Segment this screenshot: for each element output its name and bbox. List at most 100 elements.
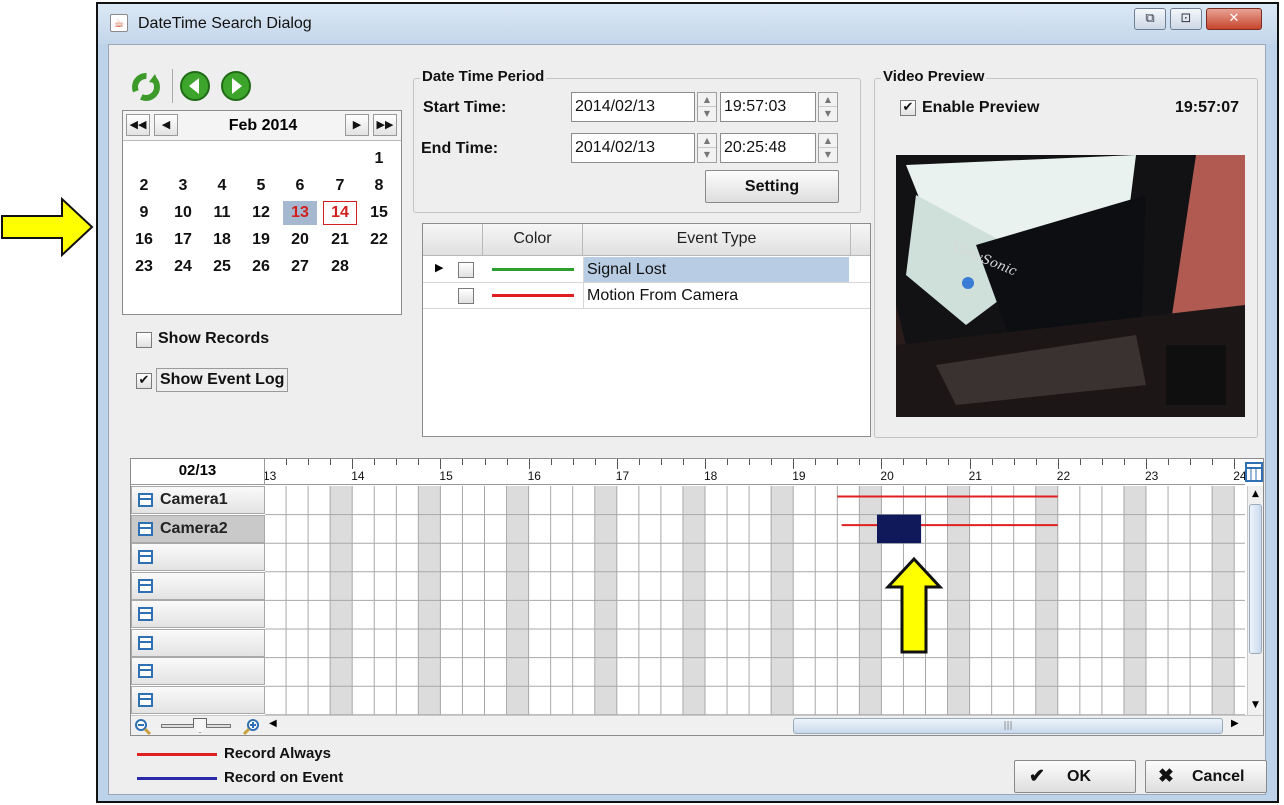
calendar-grid-icon[interactable]: [1245, 462, 1263, 482]
calendar-day[interactable]: 23: [127, 255, 161, 279]
calendar-day[interactable]: 25: [205, 255, 239, 279]
start-date-spinner[interactable]: ▲ ▼: [697, 92, 717, 122]
zoom-slider-thumb[interactable]: [193, 718, 207, 733]
prev-icon[interactable]: [179, 70, 211, 102]
enable-preview-checkbox[interactable]: ✔: [900, 100, 916, 116]
title-bar[interactable]: ☕ DateTime Search Dialog ⧉ ⊡ ✕: [98, 4, 1277, 44]
event-color-swatch: [492, 294, 574, 297]
spin-down-icon[interactable]: ▼: [819, 107, 837, 121]
column-header-color[interactable]: Color: [483, 224, 583, 256]
camera-row[interactable]: [131, 628, 265, 657]
event-type-cell[interactable]: Signal Lost: [583, 257, 849, 282]
horizontal-scroll-thumb[interactable]: |||: [793, 718, 1223, 734]
camera-row[interactable]: [131, 543, 265, 571]
next-icon[interactable]: [220, 70, 252, 102]
column-header-event-type[interactable]: Event Type: [583, 224, 851, 256]
camera-channel-icon: [138, 635, 153, 650]
start-time-field[interactable]: 19:57:03: [720, 92, 816, 122]
calendar-day[interactable]: 13: [283, 201, 317, 225]
vertical-scroll-thumb[interactable]: [1249, 504, 1262, 654]
calendar-day[interactable]: 21: [323, 228, 357, 252]
calendar-day[interactable]: 5: [244, 174, 278, 198]
event-row-motion[interactable]: Motion From Camera: [423, 283, 870, 309]
calendar-day[interactable]: 12: [244, 201, 278, 225]
calendar-day[interactable]: 17: [166, 228, 200, 252]
column-header-selector[interactable]: [423, 224, 483, 256]
calendar-day[interactable]: 19: [244, 228, 278, 252]
calendar-day[interactable]: 9: [127, 201, 161, 225]
prev-year-button[interactable]: ◀◀: [126, 114, 150, 136]
show-records-checkbox[interactable]: [136, 332, 152, 348]
calendar-day[interactable]: 11: [205, 201, 239, 225]
camera-row[interactable]: Camera1: [131, 486, 265, 514]
calendar-day[interactable]: 27: [283, 255, 317, 279]
calendar-day[interactable]: 18: [205, 228, 239, 252]
ruler-tick: [1212, 459, 1214, 465]
scroll-down-icon[interactable]: ▼: [1248, 697, 1263, 713]
scroll-right-icon[interactable]: ▶: [1231, 718, 1239, 729]
minimize-button[interactable]: ⊡: [1170, 8, 1202, 30]
spin-down-icon[interactable]: ▼: [698, 148, 716, 162]
spin-up-icon[interactable]: ▲: [819, 134, 837, 148]
end-time-field[interactable]: 20:25:48: [720, 133, 816, 163]
calendar-day[interactable]: 22: [362, 228, 396, 252]
calendar-day[interactable]: 2: [127, 174, 161, 198]
camera-row[interactable]: Camera2: [131, 514, 265, 543]
spin-up-icon[interactable]: ▲: [819, 93, 837, 107]
show-event-log-label[interactable]: Show Event Log: [156, 368, 289, 392]
ruler-tick: [1123, 459, 1125, 465]
prev-month-button[interactable]: ◀: [154, 114, 178, 136]
spin-up-icon[interactable]: ▲: [698, 134, 716, 148]
event-row-checkbox[interactable]: [458, 288, 474, 304]
show-event-log-checkbox[interactable]: ✔: [136, 373, 152, 389]
next-year-button[interactable]: ▶▶: [373, 114, 397, 136]
start-time-spinner[interactable]: ▲ ▼: [818, 92, 838, 122]
calendar-day[interactable]: 16: [127, 228, 161, 252]
cancel-button[interactable]: ✖ Cancel: [1145, 760, 1267, 793]
calendar-day[interactable]: 20: [283, 228, 317, 252]
camera-row[interactable]: [131, 657, 265, 685]
event-row-signal-lost[interactable]: ▶ Signal Lost: [423, 257, 870, 283]
ok-button[interactable]: ✔ OK: [1014, 760, 1136, 793]
scroll-left-icon[interactable]: ◀: [269, 718, 277, 729]
vertical-scrollbar[interactable]: ▲ ▼: [1247, 486, 1263, 715]
calendar-day[interactable]: 14: [323, 201, 357, 225]
enable-preview-label[interactable]: Enable Preview: [922, 99, 1039, 117]
end-date-field[interactable]: 2014/02/13: [571, 133, 695, 163]
ruler-tick: [1234, 459, 1236, 469]
end-date-spinner[interactable]: ▲ ▼: [697, 133, 717, 163]
event-row-checkbox[interactable]: [458, 262, 474, 278]
restore-button[interactable]: ⧉: [1134, 8, 1166, 30]
calendar-day[interactable]: 15: [362, 201, 396, 225]
setting-button[interactable]: Setting: [705, 170, 839, 203]
show-records-label[interactable]: Show Records: [158, 330, 269, 348]
calendar-day[interactable]: 28: [323, 255, 357, 279]
next-month-button[interactable]: ▶: [345, 114, 369, 136]
record-always-swatch: [137, 753, 217, 756]
camera-row[interactable]: [131, 571, 265, 600]
camera-row[interactable]: [131, 685, 265, 714]
zoom-out-icon[interactable]: [133, 717, 151, 735]
calendar-day[interactable]: 8: [362, 174, 396, 198]
spin-up-icon[interactable]: ▲: [698, 93, 716, 107]
record-on-event-block[interactable]: [876, 514, 922, 544]
calendar-day[interactable]: 1: [362, 147, 396, 171]
timeline-grid[interactable]: [265, 486, 1245, 715]
start-date-field[interactable]: 2014/02/13: [571, 92, 695, 122]
calendar-day[interactable]: 10: [166, 201, 200, 225]
zoom-in-icon[interactable]: [243, 717, 261, 735]
calendar-day[interactable]: 24: [166, 255, 200, 279]
calendar-day[interactable]: 26: [244, 255, 278, 279]
refresh-icon[interactable]: [129, 70, 163, 104]
close-button[interactable]: ✕: [1206, 8, 1262, 30]
event-type-cell[interactable]: Motion From Camera: [583, 283, 849, 308]
calendar-day[interactable]: 7: [323, 174, 357, 198]
calendar-day[interactable]: 4: [205, 174, 239, 198]
spin-down-icon[interactable]: ▼: [819, 148, 837, 162]
spin-down-icon[interactable]: ▼: [698, 107, 716, 121]
camera-row[interactable]: [131, 600, 265, 628]
calendar-day[interactable]: 3: [166, 174, 200, 198]
end-time-spinner[interactable]: ▲ ▼: [818, 133, 838, 163]
scroll-up-icon[interactable]: ▲: [1248, 486, 1263, 502]
calendar-day[interactable]: 6: [283, 174, 317, 198]
